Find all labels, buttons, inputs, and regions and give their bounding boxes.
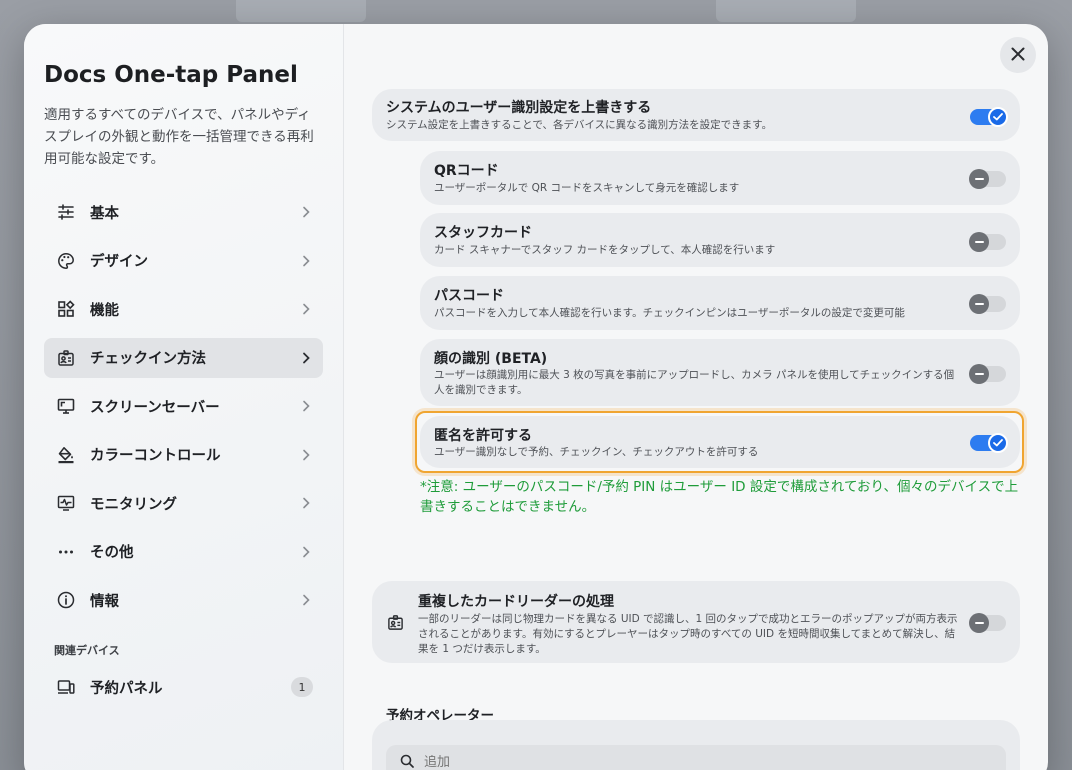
duplicate-reader-card: 重複したカードリーダーの処理 一部のリーダーは同じ物理カードを異なる UID で… (372, 581, 1020, 663)
sidebar-item-color-control[interactable]: カラーコントロール (44, 435, 323, 475)
sidebar-item-other[interactable]: その他 (44, 532, 323, 572)
backdrop-tab (716, 0, 856, 22)
sidebar-item-booking-panel[interactable]: 予約パネル 1 (44, 667, 323, 707)
chevron-right-icon (299, 399, 313, 413)
panel-title: Docs One-tap Panel (44, 62, 298, 88)
face-id-toggle[interactable] (969, 364, 1006, 384)
sidebar-item-features[interactable]: 機能 (44, 289, 323, 329)
count-badge: 1 (291, 677, 313, 697)
id-badge-icon (56, 348, 76, 368)
pulse-monitor-icon (56, 493, 76, 513)
chevron-right-icon (299, 302, 313, 316)
monitor-icon (56, 396, 76, 416)
method-title: パスコード (434, 288, 504, 304)
method-title: スタッフカード (434, 225, 532, 241)
sliders-icon (56, 202, 76, 222)
operators-card (372, 720, 1020, 770)
operators-search-input[interactable] (424, 754, 984, 770)
minus-icon (969, 232, 989, 252)
override-description: システム設定を上書きすることで、各デバイスに異なる識別方法を設定できます。 (386, 119, 773, 131)
override-setting-card: システムのユーザー識別設定を上書きする システム設定を上書きすることで、各デバイ… (372, 89, 1020, 141)
override-toggle[interactable] (970, 107, 1008, 127)
minus-icon (969, 169, 989, 189)
operators-search-box[interactable] (386, 745, 1006, 770)
chevron-right-icon (299, 496, 313, 510)
method-card-staff-card: スタッフカード カード スキャナーでスタッフ カードをタップして、本人確認を行い… (420, 213, 1020, 267)
method-title: 顔の識別 (BETA) (434, 351, 548, 367)
close-icon (1011, 46, 1025, 65)
sidebar-item-label: その他 (90, 545, 134, 561)
method-card-passcode: パスコード パスコードを入力して本人確認を行います。チェックインピンはユーザーポ… (420, 276, 1020, 330)
qr-code-toggle[interactable] (969, 169, 1006, 189)
sidebar-item-label: 機能 (90, 302, 119, 319)
sidebar: Docs One-tap Panel 適用するすべてのデバイスで、パネルやディス… (24, 24, 344, 770)
sidebar-item-label: 予約パネル (90, 680, 163, 697)
apps-add-icon (56, 299, 76, 319)
chevron-right-icon (299, 351, 313, 365)
palette-icon (56, 251, 76, 271)
passcode-note: *注意: ユーザーのパスコード/予約 PIN はユーザー ID 設定で構成されて… (420, 479, 1019, 515)
sidebar-item-label: 基本 (90, 205, 119, 222)
related-devices-label: 関連デバイス (54, 644, 120, 657)
sidebar-item-label: スクリーンセーバー (90, 399, 220, 416)
check-icon (988, 107, 1008, 127)
sidebar-item-info[interactable]: 情報 (44, 580, 323, 620)
sidebar-item-monitoring[interactable]: モニタリング (44, 483, 323, 523)
method-description: カード スキャナーでスタッフ カードをタップして、本人確認を行います (434, 244, 776, 256)
devices-icon (56, 677, 76, 697)
staff-card-toggle[interactable] (969, 232, 1006, 252)
minus-icon (969, 364, 989, 384)
duplicate-reader-description: 一部のリーダーは同じ物理カードを異なる UID で認識し、1 回のタップで成功と… (418, 613, 958, 655)
chevron-right-icon (299, 545, 313, 559)
minus-icon (969, 613, 989, 633)
passcode-toggle[interactable] (969, 294, 1006, 314)
duplicate-reader-toggle[interactable] (969, 613, 1006, 633)
method-description: ユーザーは顔識別用に最大 3 枚の写真を事前にアップロードし、カメラ パネルを使… (434, 369, 955, 396)
sidebar-item-label: デザイン (90, 254, 148, 270)
chevron-right-icon (299, 254, 313, 268)
sidebar-item-basic[interactable]: 基本 (44, 192, 323, 232)
chevron-right-icon (299, 448, 313, 462)
chevron-right-icon (299, 593, 313, 607)
method-description: ユーザーポータルで QR コードをスキャンして身元を確認します (434, 182, 740, 194)
sidebar-item-checkin-methods[interactable]: チェックイン方法 (44, 337, 323, 378)
sidebar-item-label: モニタリング (90, 496, 177, 513)
paint-bucket-icon (56, 445, 76, 465)
sidebar-item-label: 情報 (90, 593, 119, 610)
override-title: システムのユーザー識別設定を上書きする (386, 100, 652, 116)
id-badge-icon (387, 614, 404, 635)
method-card-face-id: 顔の識別 (BETA) ユーザーは顔識別用に最大 3 枚の写真を事前にアップロー… (420, 339, 1020, 406)
sidebar-item-screensaver[interactable]: スクリーンセーバー (44, 386, 323, 426)
sidebar-item-label: チェックイン方法 (90, 351, 206, 367)
sidebar-item-design[interactable]: デザイン (44, 241, 323, 281)
duplicate-reader-title: 重複したカードリーダーの処理 (418, 594, 614, 610)
focus-highlight (415, 411, 1024, 473)
method-card-qr-code: QRコード ユーザーポータルで QR コードをスキャンして身元を確認します (420, 151, 1020, 205)
settings-modal: Docs One-tap Panel 適用するすべてのデバイスで、パネルやディス… (24, 24, 1048, 770)
panel-description: 適用するすべてのデバイスで、パネルやディスプレイの外観と動作を一括管理できる再利… (44, 107, 314, 167)
minus-icon (969, 294, 989, 314)
close-button[interactable] (1000, 37, 1036, 73)
info-icon (56, 590, 76, 610)
chevron-right-icon (299, 205, 313, 219)
sidebar-item-label: カラーコントロール (90, 448, 221, 464)
search-icon (400, 753, 414, 770)
method-title: QRコード (434, 163, 499, 179)
backdrop-tab (236, 0, 366, 22)
sidebar-nav: 基本 デザイン 機能 チェックイン方法 スクリーンセーバー カラーコントロール … (44, 192, 323, 629)
more-dots-icon (56, 542, 76, 562)
method-description: パスコードを入力して本人確認を行います。チェックインピンはユーザーポータルの設定… (434, 307, 905, 319)
